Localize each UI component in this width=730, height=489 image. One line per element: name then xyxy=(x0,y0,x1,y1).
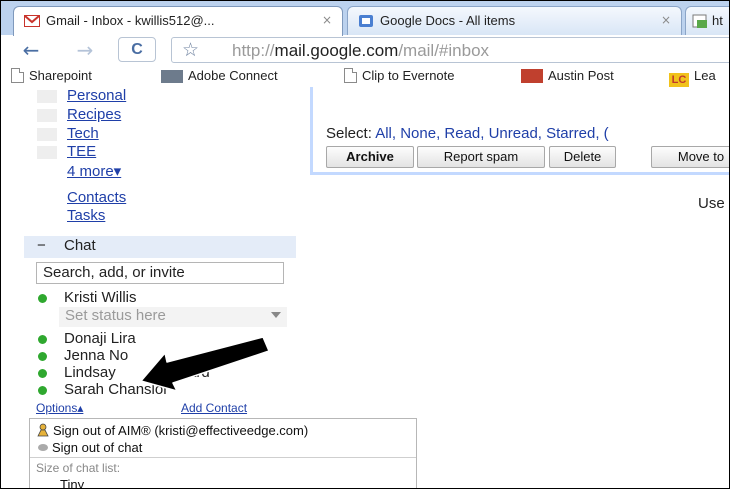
tab-label: Gmail - Inbox - kwillis512@... xyxy=(46,13,215,28)
menu-sign-out-aim[interactable]: Sign out of AIM® (kristi@effectiveedge.c… xyxy=(36,423,308,438)
menu-size-tiny[interactable]: Tiny xyxy=(60,477,84,488)
adobe-connect-icon xyxy=(161,70,183,83)
chat-self-name: Kristi Willis xyxy=(64,289,137,306)
mail-toolbar-panel: Select: All, None, Read, Unread, Starred… xyxy=(310,87,729,175)
tab-google-docs[interactable]: Google Docs - All items × xyxy=(347,6,682,35)
chat-panel: − Chat Search, add, or invite Kristi Wil… xyxy=(24,236,296,416)
chat-contact-tail[interactable]: ard xyxy=(188,364,210,381)
add-contact-link[interactable]: Add Contact xyxy=(181,401,247,415)
chat-options-link[interactable]: Options▴ xyxy=(36,401,83,415)
online-status-icon xyxy=(38,294,47,303)
online-status-icon xyxy=(38,352,47,361)
forward-arrow-icon[interactable]: → xyxy=(71,39,99,61)
chat-contact[interactable]: Lindsay xyxy=(64,364,116,381)
collapse-icon[interactable]: − xyxy=(37,237,46,254)
url-host: mail.google.com xyxy=(274,41,399,60)
bookmark-label: Lea xyxy=(694,68,716,83)
bookmark-label: Sharepoint xyxy=(29,68,92,83)
menu-section-header: Size of chat list: xyxy=(36,461,121,475)
screenshot-frame: Gmail - Inbox - kwillis512@... × Google … xyxy=(0,0,730,489)
chat-title: Chat xyxy=(64,237,96,254)
label-color-swatch xyxy=(37,90,57,103)
url-scheme: http:// xyxy=(232,41,275,60)
menu-item-label: Sign out of AIM® (kristi@effectiveedge.c… xyxy=(53,423,309,438)
bookmark-sharepoint[interactable]: Sharepoint xyxy=(11,68,92,83)
austin-post-icon xyxy=(521,69,543,83)
bookmark-clip-to-evernote[interactable]: Clip to Evernote xyxy=(344,68,455,83)
contacts-link[interactable]: Contacts xyxy=(67,189,126,206)
archive-button[interactable]: Archive xyxy=(326,146,414,168)
bookmark-adobe-connect[interactable]: Adobe Connect xyxy=(161,68,278,83)
chat-options-menu: Sign out of AIM® (kristi@effectiveedge.c… xyxy=(29,418,417,488)
back-arrow-icon[interactable]: ← xyxy=(17,39,45,61)
status-message-input[interactable]: Set status here xyxy=(59,307,287,327)
bookmark-label: Clip to Evernote xyxy=(362,68,455,83)
menu-sign-out-chat[interactable]: Sign out of chat xyxy=(36,440,142,455)
label-link[interactable]: TEE xyxy=(67,143,96,160)
online-status-icon xyxy=(38,335,47,344)
tab-gmail-inbox[interactable]: Gmail - Inbox - kwillis512@... × xyxy=(13,6,343,36)
label-link[interactable]: Recipes xyxy=(67,106,121,123)
label-link[interactable]: Tech xyxy=(67,125,99,142)
close-tab-icon[interactable]: × xyxy=(661,13,671,27)
close-tab-icon[interactable]: × xyxy=(322,13,332,27)
tab-strip: Gmail - Inbox - kwillis512@... × Google … xyxy=(1,1,729,36)
aim-person-icon xyxy=(37,423,49,437)
tab-label: Google Docs - All items xyxy=(380,13,516,28)
bookmark-austin-post[interactable]: Austin Post xyxy=(521,68,614,83)
browser-toolbar: ← → C ☆ http://mail.google.com/mail/#inb… xyxy=(1,35,729,66)
lc-icon: LC xyxy=(669,73,689,88)
usage-text: Use xyxy=(698,195,725,212)
address-bar[interactable]: ☆ http://mail.google.com/mail/#inbox xyxy=(171,37,729,63)
tab-partial[interactable]: ht xyxy=(685,6,729,35)
tab-label: ht xyxy=(712,13,723,28)
url-path: /mail/#inbox xyxy=(398,41,490,60)
label-link[interactable]: Personal xyxy=(67,87,126,104)
bookmark-label: Austin Post xyxy=(548,68,614,83)
move-to-button[interactable]: Move to xyxy=(651,146,729,168)
bookmark-label: Adobe Connect xyxy=(188,68,278,83)
chat-header[interactable]: − Chat xyxy=(24,236,296,258)
online-status-icon xyxy=(38,386,47,395)
chat-contact[interactable]: Jenna No xyxy=(64,347,128,364)
select-row: Select: All, None, Read, Unread, Starred… xyxy=(326,125,609,142)
page-icon xyxy=(11,68,24,83)
chat-search-input[interactable]: Search, add, or invite xyxy=(36,262,284,284)
chat-footer: Options▴ Add Contact xyxy=(24,399,296,417)
select-label: Select: xyxy=(326,125,372,142)
tasks-link[interactable]: Tasks xyxy=(67,207,105,224)
reload-icon[interactable]: C xyxy=(118,37,156,62)
label-color-swatch xyxy=(37,146,57,159)
chat-contact[interactable]: Donaji Lira xyxy=(64,330,136,347)
more-labels-link[interactable]: 4 more▾ xyxy=(67,162,121,180)
report-spam-button[interactable]: Report spam xyxy=(417,146,545,168)
select-options[interactable]: All, None, Read, Unread, Starred, ( xyxy=(375,125,608,142)
bookmarks-bar: Sharepoint Adobe Connect Clip to Evernot… xyxy=(1,65,729,88)
chat-bubble-icon xyxy=(38,444,48,451)
label-color-swatch xyxy=(37,109,57,122)
status-placeholder: Set status here xyxy=(65,307,166,324)
url-text: http://mail.google.com/mail/#inbox xyxy=(232,41,489,61)
delete-button[interactable]: Delete xyxy=(549,146,616,168)
page-icon xyxy=(344,68,357,83)
menu-divider xyxy=(30,457,416,458)
bookmark-lea[interactable]: LC Lea xyxy=(669,68,716,88)
online-status-icon xyxy=(38,369,47,378)
page-icon xyxy=(692,14,707,28)
gmail-icon xyxy=(24,15,40,27)
bookmark-star-icon[interactable]: ☆ xyxy=(182,39,199,61)
menu-item-label: Sign out of chat xyxy=(52,440,143,455)
chevron-down-icon[interactable] xyxy=(271,312,281,318)
chat-body: Search, add, or invite Kristi Willis Set… xyxy=(24,258,296,416)
google-docs-icon xyxy=(359,15,373,27)
label-color-swatch xyxy=(37,128,57,141)
chat-contact[interactable]: Sarah Chanslor xyxy=(64,381,168,398)
